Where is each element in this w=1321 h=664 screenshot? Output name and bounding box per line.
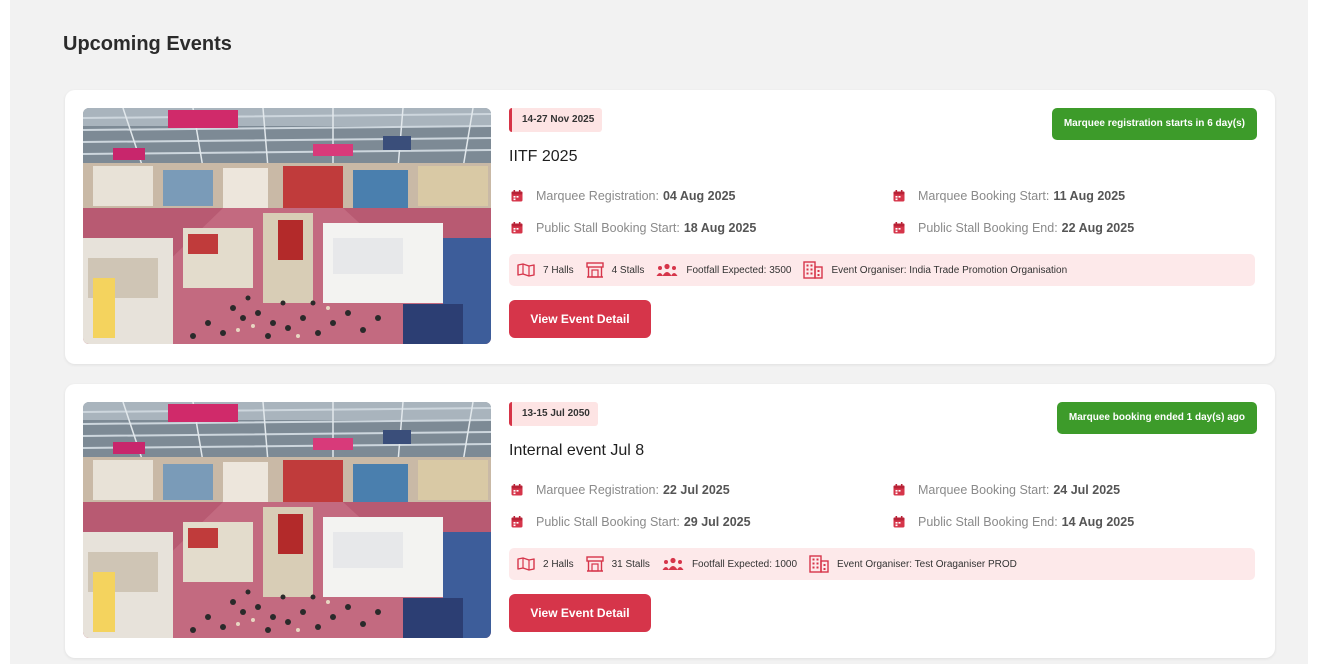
event-image[interactable] <box>83 108 491 344</box>
marquee-registration: Marquee Registration: 22 Jul 2025 <box>511 482 730 498</box>
event-stats-bar: 2 Halls 31 Stalls Footfall Expected: 100… <box>509 548 1255 580</box>
stalls-stat: 4 Stalls <box>586 262 645 278</box>
people-icon <box>656 263 678 277</box>
marquee-registration-label: Marquee Registration: <box>536 189 659 203</box>
marquee-booking-start: Marquee Booking Start: 11 Aug 2025 <box>893 188 1125 204</box>
public-stall-booking-start-value: 29 Jul 2025 <box>683 515 751 529</box>
event-image[interactable] <box>83 402 491 638</box>
calendar-icon <box>893 222 905 234</box>
public-stall-booking-end: Public Stall Booking End: 14 Aug 2025 <box>893 514 1134 530</box>
public-stall-booking-end-value: 14 Aug 2025 <box>1061 515 1135 529</box>
halls-stat: 2 Halls <box>517 557 574 571</box>
calendar-icon <box>893 516 905 528</box>
event-organiser: Event Organiser: Test Oraganiser PROD <box>837 558 1017 570</box>
public-stall-booking-end-label: Public Stall Booking End: <box>918 221 1058 235</box>
public-stall-booking-end-label: Public Stall Booking End: <box>918 515 1058 529</box>
public-stall-booking-start-value: 18 Aug 2025 <box>683 221 757 235</box>
map-icon <box>517 263 535 277</box>
event-card: 13-15 Jul 2050 Marquee booking ended 1 d… <box>65 384 1275 658</box>
event-info: 14-27 Nov 2025 Marquee registration star… <box>509 108 1257 344</box>
calendar-icon <box>511 222 523 234</box>
public-stall-booking-start: Public Stall Booking Start: 29 Jul 2025 <box>511 514 751 530</box>
halls-count: 2 Halls <box>543 558 574 570</box>
building-icon <box>809 555 829 573</box>
view-event-detail-button[interactable]: View Event Detail <box>509 594 651 632</box>
marquee-booking-start-label: Marquee Booking Start: <box>918 483 1050 497</box>
footfall-expected: Footfall Expected: 1000 <box>691 558 798 570</box>
halls-count: 7 Halls <box>543 264 574 276</box>
event-stats-bar: 7 Halls 4 Stalls Footfall Expected: 3500… <box>509 254 1255 286</box>
marquee-registration: Marquee Registration: 04 Aug 2025 <box>511 188 735 204</box>
public-stall-booking-end: Public Stall Booking End: 22 Aug 2025 <box>893 220 1134 236</box>
organiser-stat: Event Organiser: Test Oraganiser PROD <box>809 555 1017 573</box>
calendar-icon <box>511 484 523 496</box>
marquee-booking-start-label: Marquee Booking Start: <box>918 189 1050 203</box>
event-date-badge: 14-27 Nov 2025 <box>509 108 603 132</box>
stalls-stat: 31 Stalls <box>586 556 650 572</box>
public-stall-booking-start-label: Public Stall Booking Start: <box>536 515 680 529</box>
marquee-booking-start: Marquee Booking Start: 24 Jul 2025 <box>893 482 1120 498</box>
view-event-detail-button[interactable]: View Event Detail <box>509 300 651 338</box>
event-title: IITF 2025 <box>509 148 578 165</box>
footfall-stat: Footfall Expected: 1000 <box>662 557 797 571</box>
event-title: Internal event Jul 8 <box>509 442 645 459</box>
calendar-icon <box>511 516 523 528</box>
footfall-stat: Footfall Expected: 3500 <box>656 263 791 277</box>
calendar-icon <box>511 190 523 202</box>
event-organiser: Event Organiser: India Trade Promotion O… <box>831 264 1068 276</box>
halls-stat: 7 Halls <box>517 263 574 277</box>
event-card: 14-27 Nov 2025 Marquee registration star… <box>65 90 1275 364</box>
stall-icon <box>586 262 604 278</box>
marquee-registration-value: 04 Aug 2025 <box>662 189 736 203</box>
map-icon <box>517 557 535 571</box>
page-title: Upcoming Events <box>63 33 232 55</box>
calendar-icon <box>893 190 905 202</box>
stalls-count: 31 Stalls <box>611 558 650 570</box>
event-date-badge: 13-15 Jul 2050 <box>509 402 598 426</box>
stalls-count: 4 Stalls <box>611 264 645 276</box>
marquee-registration-label: Marquee Registration: <box>536 483 659 497</box>
building-icon <box>803 261 823 279</box>
footfall-expected: Footfall Expected: 3500 <box>686 264 792 276</box>
people-icon <box>662 557 684 571</box>
marquee-registration-value: 22 Jul 2025 <box>662 483 730 497</box>
public-stall-booking-start-label: Public Stall Booking Start: <box>536 221 680 235</box>
public-stall-booking-start: Public Stall Booking Start: 18 Aug 2025 <box>511 220 756 236</box>
marquee-booking-start-value: 11 Aug 2025 <box>1053 189 1126 203</box>
marquee-booking-start-value: 24 Jul 2025 <box>1053 483 1121 497</box>
organiser-stat: Event Organiser: India Trade Promotion O… <box>803 261 1067 279</box>
stall-icon <box>586 556 604 572</box>
status-badge: Marquee registration starts in 6 day(s) <box>1051 108 1257 140</box>
events-panel: Upcoming Events 14-27 Nov 2025 Marquee r… <box>10 0 1308 664</box>
calendar-icon <box>893 484 905 496</box>
public-stall-booking-end-value: 22 Aug 2025 <box>1061 221 1135 235</box>
status-badge: Marquee booking ended 1 day(s) ago <box>1056 402 1257 434</box>
event-info: 13-15 Jul 2050 Marquee booking ended 1 d… <box>509 402 1257 638</box>
